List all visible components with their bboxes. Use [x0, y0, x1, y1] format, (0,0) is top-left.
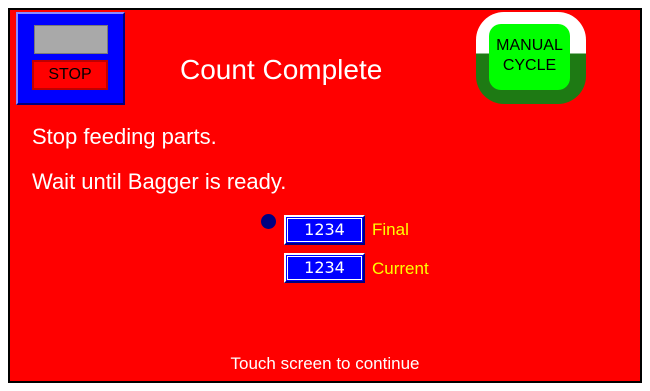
- manual-cycle-button[interactable]: MANUAL CYCLE: [476, 12, 586, 104]
- hmi-screen[interactable]: STOP Count Complete MANUAL CYCLE Stop fe…: [8, 8, 642, 383]
- stop-button[interactable]: STOP: [32, 60, 108, 90]
- final-count-field[interactable]: 1234: [284, 215, 365, 245]
- current-count-value: 1234: [287, 256, 362, 280]
- continue-prompt[interactable]: Touch screen to continue: [10, 354, 640, 374]
- instruction-message-2: Wait until Bagger is ready.: [32, 169, 287, 194]
- instruction-message-1: Stop feeding parts.: [32, 124, 217, 149]
- status-dot-icon: [261, 214, 276, 229]
- stop-status-indicator: [34, 25, 108, 54]
- stop-panel: STOP: [16, 12, 125, 105]
- final-count-label: Final: [372, 220, 409, 239]
- manual-cycle-button-face: MANUAL CYCLE: [489, 24, 570, 90]
- current-count-field: 1234: [284, 253, 365, 283]
- manual-cycle-label-line2: CYCLE: [502, 57, 557, 74]
- final-count-value: 1234: [287, 218, 362, 242]
- page-title: Count Complete: [180, 54, 383, 85]
- manual-cycle-label-line1: MANUAL: [496, 37, 563, 54]
- current-count-label: Current: [372, 259, 429, 278]
